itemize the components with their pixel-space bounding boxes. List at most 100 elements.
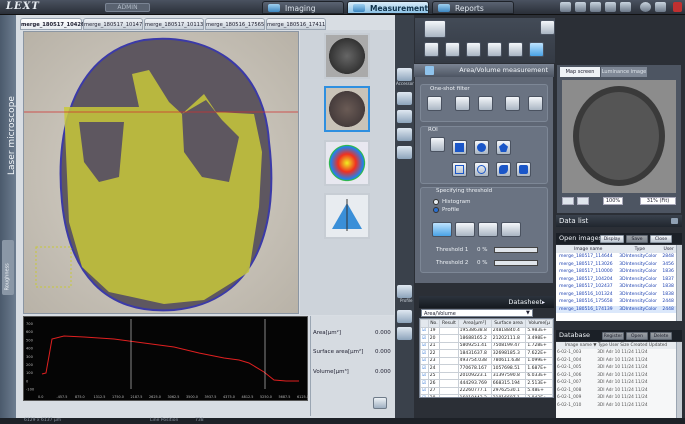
print-icon[interactable] bbox=[590, 2, 601, 12]
folder-icon[interactable] bbox=[560, 2, 571, 12]
roi-freehand-icon[interactable] bbox=[496, 162, 511, 177]
row-checkbox[interactable]: ☑ bbox=[420, 349, 429, 358]
luminance-tab[interactable]: Luminance image bbox=[601, 67, 647, 77]
shape-icon[interactable] bbox=[397, 327, 412, 340]
image-tab-4[interactable]: merge_180516_17565 bbox=[205, 18, 265, 30]
profile-chart[interactable]: 700 600 500 400 300 200 100 0 -100 0.0 -457.5 875.… bbox=[23, 316, 309, 401]
table-row[interactable]: ☑ 20 18688165.2 21202111.8 3.498E+ bbox=[420, 334, 553, 343]
roi-subtract-icon[interactable] bbox=[516, 162, 531, 177]
edit-tool-icon[interactable] bbox=[397, 110, 412, 123]
table-row[interactable]: ☑ 24 770678.167 1057698.51 1.687E+ bbox=[420, 364, 553, 373]
open-images-column-header[interactable]: User bbox=[661, 245, 676, 253]
threshold2-slider[interactable] bbox=[494, 260, 538, 266]
map-image[interactable] bbox=[562, 80, 676, 193]
threshold1-slider[interactable] bbox=[494, 247, 538, 253]
row-checkbox[interactable]: ☑ bbox=[420, 379, 429, 388]
thumbnail-height-map[interactable] bbox=[324, 140, 370, 186]
table-row[interactable]: ☑ 27 22260777.1 29762530.1 5.48E+ bbox=[420, 386, 553, 395]
layers-tool-icon[interactable] bbox=[397, 146, 412, 159]
image-tab-5[interactable]: merge_180516_17411 bbox=[266, 18, 326, 30]
line-measure-icon[interactable] bbox=[424, 20, 446, 38]
roi-circle-icon[interactable] bbox=[474, 140, 489, 155]
list-item[interactable]: merge_180516_175658 3DIntensityColor 2448 bbox=[556, 298, 676, 306]
zoom-out-icon[interactable] bbox=[577, 197, 589, 205]
add-icon[interactable] bbox=[397, 68, 412, 81]
step-icon[interactable] bbox=[424, 42, 439, 57]
tab-measurement[interactable]: Measurement bbox=[347, 1, 429, 14]
main-image-view[interactable] bbox=[23, 31, 299, 314]
list-item[interactable]: 6-02-1_005 3DI Adr 10 11/24 11/24 bbox=[556, 364, 676, 372]
list-item[interactable]: merge_180517_102437 3DIntensityColor 1838 bbox=[556, 283, 676, 291]
height-icon[interactable] bbox=[445, 42, 460, 57]
angle-icon[interactable] bbox=[487, 42, 502, 57]
datasheet-arrow-icon[interactable]: ▸ bbox=[542, 299, 545, 306]
image-tab-1[interactable]: merge_180517_10426 bbox=[20, 18, 85, 30]
width-icon[interactable] bbox=[466, 42, 481, 57]
trash-icon[interactable] bbox=[397, 310, 412, 323]
row-checkbox[interactable]: ☑ bbox=[420, 356, 429, 365]
settings-icon[interactable] bbox=[620, 2, 631, 12]
open-images-column-header[interactable]: Image name bbox=[558, 245, 619, 253]
table-row[interactable]: ☑ 25 20109223.1 31397590.8 6.033E+ bbox=[420, 371, 553, 380]
tools-icon[interactable] bbox=[655, 2, 666, 12]
row-checkbox[interactable]: ☑ bbox=[420, 326, 429, 335]
datasheet-column-header[interactable]: Result bbox=[439, 319, 459, 328]
area-volume-icon[interactable] bbox=[529, 42, 544, 57]
profile-tool-icon[interactable] bbox=[397, 285, 412, 298]
list-item[interactable]: merge_180516_174139 3DIntensityColor 2448 bbox=[556, 305, 676, 313]
threshold-mode-3-icon[interactable] bbox=[478, 222, 498, 237]
table-row[interactable]: ☑ 22 18431637.8 32698185.3 7.622E+ bbox=[420, 349, 553, 358]
open-images-scrollbar[interactable] bbox=[676, 245, 682, 321]
profile-radio[interactable] bbox=[433, 207, 439, 213]
filter-1-icon[interactable] bbox=[427, 96, 442, 111]
image-tab-2[interactable]: merge_180517_10147 bbox=[83, 18, 143, 30]
open-images-table[interactable]: Image name Type User merge_180517_114644 3D… bbox=[556, 245, 676, 321]
register-button[interactable]: Register bbox=[602, 332, 624, 340]
minimize-icon[interactable] bbox=[671, 218, 678, 224]
user-badge[interactable]: ADMIN bbox=[105, 3, 150, 12]
row-checkbox[interactable]: ☑ bbox=[420, 364, 429, 373]
zoom-in-icon[interactable] bbox=[562, 197, 574, 205]
save-icon[interactable] bbox=[575, 2, 586, 12]
image-tab-3[interactable]: merge_180517_10113 bbox=[144, 18, 204, 30]
roi-circle-outline-icon[interactable] bbox=[474, 162, 489, 177]
delete-button[interactable]: Delete bbox=[650, 332, 672, 340]
database-scrollbar[interactable] bbox=[676, 342, 682, 418]
open-button[interactable]: Open bbox=[626, 332, 648, 340]
zoom-fit-field[interactable]: 31% (Fit) bbox=[640, 197, 676, 205]
datasheet-select[interactable]: Area/Volume bbox=[421, 309, 533, 317]
close-icon[interactable] bbox=[673, 2, 682, 12]
filter-2-icon[interactable] bbox=[455, 96, 470, 111]
table-row[interactable]: ☑ 26 444293.769 668315.194 2.513E+ bbox=[420, 379, 553, 388]
measure-tool-icon[interactable] bbox=[397, 92, 412, 105]
row-checkbox[interactable]: ☑ bbox=[420, 341, 429, 350]
datasheet-column-header[interactable]: Area[µm²] bbox=[457, 319, 492, 328]
threshold-mode-2-icon[interactable] bbox=[455, 222, 475, 237]
database-table[interactable]: Image name ▼ Type User Size Created Upda… bbox=[556, 342, 676, 418]
row-checkbox[interactable]: ☑ bbox=[420, 371, 429, 380]
datasheet-table[interactable]: No. Result Area[µm²] Surface area Volume[µ ☑… bbox=[419, 318, 554, 398]
list-item[interactable]: 6-02-1_008 3DI Adr 10 11/24 11/24 bbox=[556, 387, 676, 395]
list-item[interactable]: merge_180516_101324 3DIntensityColor 1838 bbox=[556, 291, 676, 299]
radius-icon[interactable] bbox=[508, 42, 523, 57]
row-checkbox[interactable]: ☑ bbox=[420, 394, 429, 397]
roi-rectangle-icon[interactable] bbox=[452, 140, 467, 155]
filter-3-icon[interactable] bbox=[478, 96, 493, 111]
export-icon[interactable] bbox=[605, 2, 616, 12]
list-item[interactable]: merge_180517_114644 3DIntensityColor 2848 bbox=[556, 253, 676, 261]
grid-icon[interactable] bbox=[540, 20, 555, 35]
datasheet-column-header[interactable]: Surface area bbox=[490, 319, 527, 328]
datasheet-column-header[interactable]: No. bbox=[427, 319, 441, 328]
table-row[interactable]: ☑ 21 5809251.41 7508199.47 1.728E+ bbox=[420, 341, 553, 350]
list-item[interactable]: 6-02-1_003 3DI Adr 10 11/24 11/24 bbox=[556, 349, 676, 357]
threshold-mode-4-icon[interactable] bbox=[501, 222, 521, 237]
roi-cursor-icon[interactable] bbox=[430, 137, 445, 152]
datasheet-column-header[interactable]: Volume[µ bbox=[525, 319, 553, 328]
list-item[interactable]: 6-02-1_007 3DI Adr 10 11/24 11/24 bbox=[556, 379, 676, 387]
list-item[interactable]: 6-02-1_004 3DI Adr 10 11/24 11/24 bbox=[556, 357, 676, 365]
open-images-column-header[interactable]: Type bbox=[618, 245, 662, 253]
thumbnail-3d[interactable] bbox=[324, 193, 370, 239]
datasheet-column-header[interactable] bbox=[420, 319, 429, 328]
list-item[interactable]: 6-02-1_006 3DI Adr 10 11/24 11/24 bbox=[556, 372, 676, 380]
tab-imaging[interactable]: Imaging bbox=[262, 1, 344, 14]
